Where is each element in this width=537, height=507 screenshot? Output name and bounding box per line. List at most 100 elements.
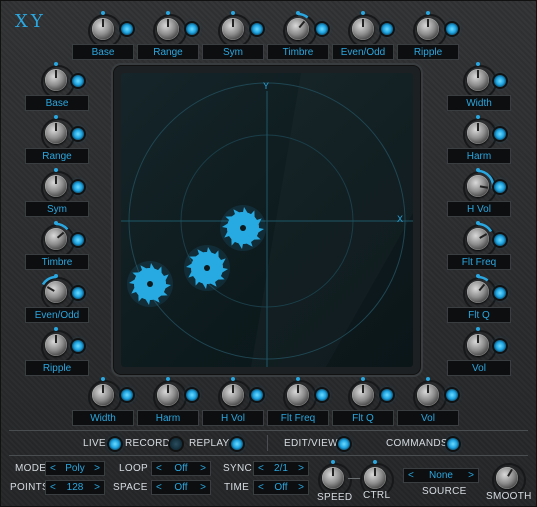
- right-harm-knob[interactable]: [463, 115, 497, 152]
- commands-toggle[interactable]: [447, 438, 459, 450]
- right-width-label: Width: [447, 95, 511, 111]
- left-base-knob[interactable]: [41, 62, 75, 99]
- top-timbre-toggle[interactable]: [316, 23, 328, 35]
- left-even-odd-label: Even/Odd: [25, 307, 89, 323]
- top-sym-knob[interactable]: [218, 11, 252, 48]
- loop-select[interactable]: < Off >: [151, 461, 211, 476]
- app-title: XY: [15, 11, 46, 32]
- prev-arrow-icon[interactable]: <: [156, 482, 162, 493]
- divider: [9, 430, 528, 431]
- knob-arc: [297, 12, 309, 19]
- next-arrow-icon[interactable]: >: [200, 482, 206, 493]
- right-width-toggle[interactable]: [494, 75, 506, 87]
- right-vol-knob[interactable]: [463, 327, 497, 364]
- bottom-flt-freq-toggle[interactable]: [316, 389, 328, 401]
- xy-point-3[interactable]: [127, 261, 173, 307]
- bottom-vol-toggle[interactable]: [446, 389, 458, 401]
- left-even-odd-toggle[interactable]: [72, 287, 84, 299]
- bottom-width-knob[interactable]: [88, 377, 122, 414]
- knob-arc: [477, 222, 493, 233]
- prev-arrow-icon[interactable]: <: [50, 482, 56, 493]
- mode-select[interactable]: < Poly >: [45, 461, 105, 476]
- prev-arrow-icon[interactable]: <: [258, 463, 264, 474]
- speed-knob[interactable]: [318, 460, 352, 497]
- sync-value: 2/1: [274, 463, 288, 474]
- sync-label: SYNC: [223, 463, 252, 474]
- right-width-knob[interactable]: [463, 62, 497, 99]
- right-flt-freq-knob[interactable]: [463, 221, 497, 258]
- points-label: POINTS: [10, 482, 50, 493]
- top-even-odd-knob[interactable]: [348, 11, 382, 48]
- right-vol-toggle[interactable]: [494, 340, 506, 352]
- time-select[interactable]: < Off >: [253, 480, 309, 495]
- top-range-toggle[interactable]: [186, 23, 198, 35]
- replay-label: REPLAY: [189, 438, 230, 449]
- left-timbre-knob[interactable]: [41, 221, 75, 258]
- smooth-knob[interactable]: [492, 463, 526, 497]
- right-flt-freq-label: Flt Freq: [447, 254, 511, 270]
- ctrl-knob[interactable]: [360, 460, 394, 497]
- next-arrow-icon[interactable]: >: [94, 463, 100, 474]
- right-flt-q-toggle[interactable]: [494, 287, 506, 299]
- space-select[interactable]: < Off >: [151, 480, 211, 495]
- bottom-h-vol-toggle[interactable]: [251, 389, 263, 401]
- bottom-harm-knob[interactable]: [153, 377, 187, 414]
- bottom-vol-knob[interactable]: [413, 377, 447, 414]
- top-even-odd-label: Even/Odd: [332, 44, 394, 60]
- live-toggle[interactable]: [109, 438, 121, 450]
- xy-point-2[interactable]: [184, 245, 230, 291]
- sync-select[interactable]: < 2/1 >: [253, 461, 309, 476]
- next-arrow-icon[interactable]: >: [468, 470, 474, 481]
- replay-toggle[interactable]: [231, 438, 243, 450]
- right-flt-q-label: Flt Q: [447, 307, 511, 323]
- next-arrow-icon[interactable]: >: [94, 482, 100, 493]
- xy-pad[interactable]: Y X: [121, 73, 413, 367]
- left-ripple-toggle[interactable]: [72, 340, 84, 352]
- left-sym-toggle[interactable]: [72, 181, 84, 193]
- left-base-toggle[interactable]: [72, 75, 84, 87]
- prev-arrow-icon[interactable]: <: [50, 463, 56, 474]
- right-flt-freq-toggle[interactable]: [494, 234, 506, 246]
- top-base-toggle[interactable]: [121, 23, 133, 35]
- prev-arrow-icon[interactable]: <: [156, 463, 162, 474]
- edit-view-toggle[interactable]: [338, 438, 350, 450]
- source-select[interactable]: < None >: [403, 468, 479, 483]
- left-sym-knob[interactable]: [41, 168, 75, 205]
- knob-arc: [477, 275, 489, 282]
- prev-arrow-icon[interactable]: <: [258, 482, 264, 493]
- left-even-odd-knob[interactable]: [41, 274, 75, 311]
- bottom-flt-q-toggle[interactable]: [381, 389, 393, 401]
- top-range-knob[interactable]: [153, 11, 187, 48]
- left-ripple-knob[interactable]: [41, 327, 75, 364]
- left-range-toggle[interactable]: [72, 128, 84, 140]
- top-ripple-knob[interactable]: [413, 11, 447, 48]
- right-flt-q-knob[interactable]: [463, 274, 497, 311]
- top-even-odd-toggle[interactable]: [381, 23, 393, 35]
- top-sym-toggle[interactable]: [251, 23, 263, 35]
- prev-arrow-icon[interactable]: <: [408, 470, 414, 481]
- top-sym-label: Sym: [202, 44, 264, 60]
- top-timbre-knob[interactable]: [283, 11, 317, 48]
- right-harm-toggle[interactable]: [494, 128, 506, 140]
- points-select[interactable]: < 128 >: [45, 480, 105, 495]
- bottom-harm-toggle[interactable]: [186, 389, 198, 401]
- bottom-flt-freq-knob[interactable]: [283, 377, 317, 414]
- xy-point-1[interactable]: [220, 205, 266, 251]
- left-timbre-toggle[interactable]: [72, 234, 84, 246]
- bottom-width-toggle[interactable]: [121, 389, 133, 401]
- right-h-vol-knob[interactable]: [463, 168, 497, 205]
- top-base-knob[interactable]: [88, 11, 122, 48]
- next-arrow-icon[interactable]: >: [298, 482, 304, 493]
- bottom-width-label: Width: [72, 410, 134, 426]
- points-value: 128: [66, 482, 84, 493]
- bottom-h-vol-knob[interactable]: [218, 377, 252, 414]
- bottom-flt-q-knob[interactable]: [348, 377, 382, 414]
- record-toggle[interactable]: [170, 438, 182, 450]
- right-vol-label: Vol: [447, 360, 511, 376]
- xy-plugin-window: XY Base Range Sym Timbre Even/Odd Ripple Base…: [0, 0, 537, 507]
- left-range-knob[interactable]: [41, 115, 75, 152]
- top-ripple-toggle[interactable]: [446, 23, 458, 35]
- next-arrow-icon[interactable]: >: [298, 463, 304, 474]
- right-h-vol-toggle[interactable]: [494, 181, 506, 193]
- next-arrow-icon[interactable]: >: [200, 463, 206, 474]
